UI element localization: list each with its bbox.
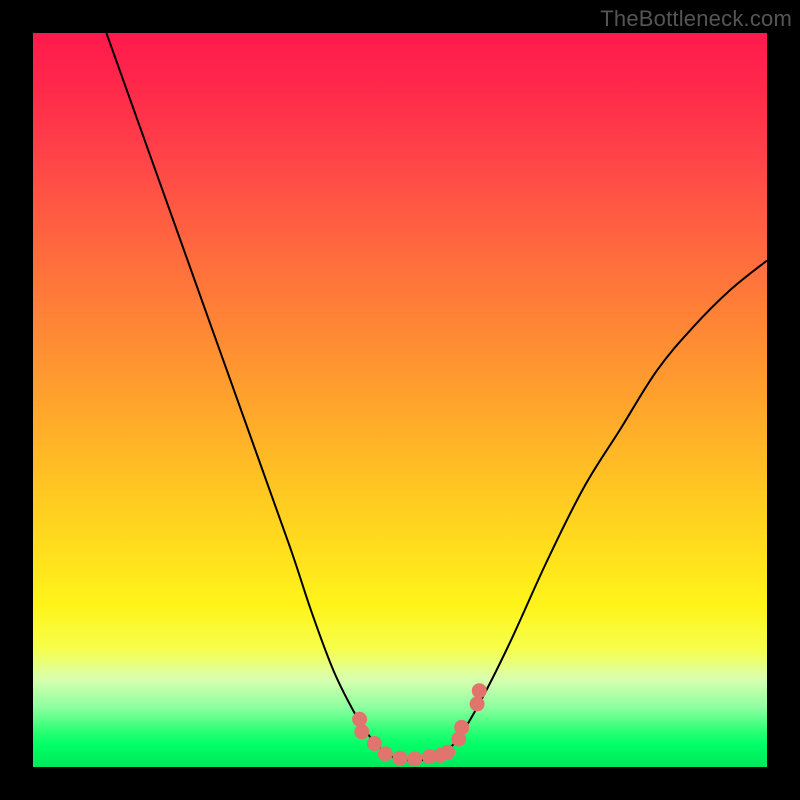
chart-svg bbox=[33, 33, 767, 767]
marker-group bbox=[352, 683, 487, 766]
data-marker bbox=[440, 745, 455, 760]
data-marker bbox=[367, 736, 382, 751]
data-marker bbox=[352, 712, 367, 727]
data-marker bbox=[378, 746, 393, 761]
data-marker bbox=[472, 683, 487, 698]
attribution-text: TheBottleneck.com bbox=[600, 6, 792, 32]
data-marker bbox=[470, 696, 485, 711]
data-marker bbox=[393, 751, 408, 766]
data-marker bbox=[454, 720, 469, 735]
data-marker bbox=[407, 751, 422, 766]
data-marker bbox=[354, 724, 369, 739]
bottleneck-curve bbox=[106, 33, 767, 760]
chart-frame: TheBottleneck.com bbox=[0, 0, 800, 800]
plot-area bbox=[33, 33, 767, 767]
